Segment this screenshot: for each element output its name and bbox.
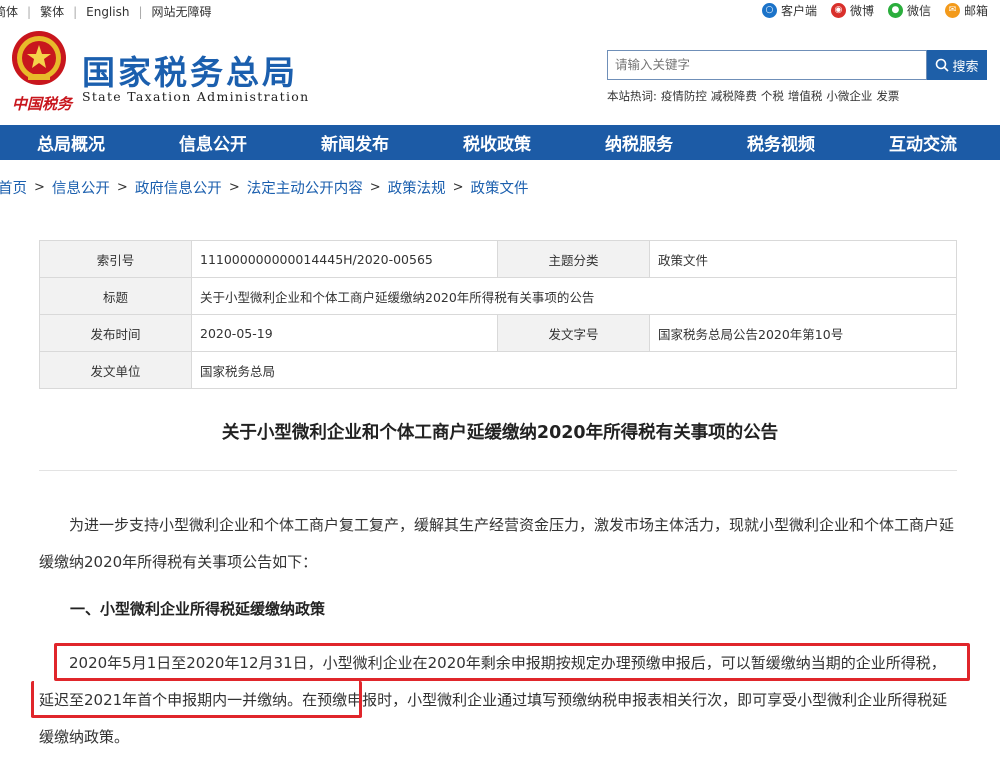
wechat-label: 微信 [906,4,931,18]
chevron-right-icon: > [34,180,45,195]
article-title: 关于小型微利企业和个体工商户延缓缴纳2020年所得税有关事项的公告 [221,423,779,443]
hot-word-link[interactable]: 个税 [761,88,784,104]
title-label: 标题 [39,277,192,315]
article-intro: 为进一步支持小型微利企业和个体工商户复工复产，缓解其生产经营资金压力，激发市场主… [39,516,955,571]
nav-item-tax-policy[interactable]: 税收政策 [426,125,568,160]
chevron-right-icon: > [116,180,128,195]
weibo-icon: ◉ [830,3,846,18]
national-emblem-icon[interactable] [8,28,70,90]
wechat-link[interactable]: ● 微信 [887,2,931,19]
search-button[interactable]: 搜索 [927,50,987,80]
breadcrumb-link[interactable]: 信息公开 [52,177,110,198]
nav-item-taxpayer-service[interactable]: 纳税服务 [568,125,710,160]
search-bar: 搜索 [607,50,987,80]
breadcrumb-link[interactable]: 首页 [0,177,27,198]
site-subtitle: State Taxation Administration [82,89,310,104]
search-input[interactable] [607,50,927,80]
weibo-label: 微博 [849,4,874,18]
chevron-right-icon: > [452,180,464,195]
search-icon [936,58,950,72]
index-value: 111000000000014445H/2020-00565 [191,240,498,278]
table-row: 发文单位 国家税务总局 [39,351,957,389]
mail-label: 邮箱 [963,4,988,18]
table-row: 标题 关于小型微利企业和个体工商户延缓缴纳2020年所得税有关事项的公告 [39,277,957,315]
hot-words-label: 本站热词: [607,89,657,103]
lang-english-link[interactable]: English [86,5,129,19]
nav-item-overview[interactable]: 总局概况 [0,125,142,160]
social-links: ○ 客户端 ◉ 微博 ● 微信 ✉ 邮箱 [748,2,988,19]
mail-icon: ✉ [944,3,960,18]
breadcrumb-link[interactable]: 政策文件 [471,177,529,198]
separator: | [27,4,32,19]
nav-item-news[interactable]: 新闻发布 [284,125,426,160]
top-utility-bar: 简体 | 繁体 | English | 网站无障碍 ○ 客户端 ◉ 微博 ● 微… [0,0,1000,22]
accessibility-link[interactable]: 网站无障碍 [152,3,212,20]
language-links: 简体 | 繁体 | English | 网站无障碍 [0,3,212,20]
lang-simplified-link[interactable]: 简体 [0,3,18,20]
index-label: 索引号 [39,240,192,278]
hot-word-link[interactable]: 减税降费 [711,88,757,104]
weibo-link[interactable]: ◉ 微博 [830,2,874,19]
document-info-table: 索引号 111000000000014445H/2020-00565 主题分类 … [39,240,957,389]
site-header: 中国税务 国家税务总局 State Taxation Administratio… [0,22,1000,125]
date-value: 2020-05-19 [191,314,498,352]
section-body: 2020年5月1日至2020年12月31日，小型微利企业在2020年剩余申报期按… [39,654,948,746]
breadcrumb-link[interactable]: 法定主动公开内容 [247,177,363,198]
separator: | [138,4,143,19]
hot-word-link[interactable]: 发票 [876,88,899,104]
hot-word-link[interactable]: 疫情防控 [661,88,707,104]
mail-link[interactable]: ✉ 邮箱 [944,2,988,19]
chevron-right-icon: > [228,180,240,195]
main-nav: 总局概况 信息公开 新闻发布 税收政策 纳税服务 税务视频 互动交流 [0,125,1000,160]
site-title[interactable]: 国家税务总局 [82,46,298,94]
client-link[interactable]: ○ 客户端 [761,2,817,19]
docno-label: 发文字号 [497,314,650,352]
topic-value: 政策文件 [649,240,957,278]
table-row: 发布时间 2020-05-19 发文字号 国家税务总局公告2020年第10号 [39,314,957,352]
separator: | [73,4,78,19]
topic-label: 主题分类 [497,240,650,278]
nav-item-interaction[interactable]: 互动交流 [852,125,994,160]
china-tax-logo: 中国税务 [12,95,73,113]
client-label: 客户端 [780,4,817,18]
hot-word-link[interactable]: 小微企业 [826,88,872,104]
date-label: 发布时间 [39,314,192,352]
breadcrumb-link[interactable]: 政策法规 [388,177,446,198]
breadcrumb-link[interactable]: 政府信息公开 [135,177,222,198]
client-icon: ○ [761,3,777,18]
wechat-icon: ● [887,3,903,18]
chevron-right-icon: > [369,180,381,195]
section-heading: 一、小型微利企业所得税延缓缴纳政策 [70,600,326,618]
issuer-label: 发文单位 [39,351,192,389]
lang-traditional-link[interactable]: 繁体 [40,3,64,20]
search-button-label: 搜索 [952,59,979,75]
hot-words: 本站热词: 疫情防控 减税降费 个税 增值税 小微企业 发票 [607,88,903,104]
issuer-value: 国家税务总局 [191,351,957,389]
divider [39,470,957,471]
hot-word-link[interactable]: 增值税 [788,88,823,104]
nav-item-tax-video[interactable]: 税务视频 [710,125,852,160]
title-value: 关于小型微利企业和个体工商户延缓缴纳2020年所得税有关事项的公告 [191,277,957,315]
breadcrumb: 首页 > 信息公开 > 政府信息公开 > 法定主动公开内容 > 政策法规 > 政… [0,177,529,198]
docno-value: 国家税务总局公告2020年第10号 [649,314,957,352]
table-row: 索引号 111000000000014445H/2020-00565 主题分类 … [39,240,957,278]
nav-item-info-disclosure[interactable]: 信息公开 [142,125,284,160]
